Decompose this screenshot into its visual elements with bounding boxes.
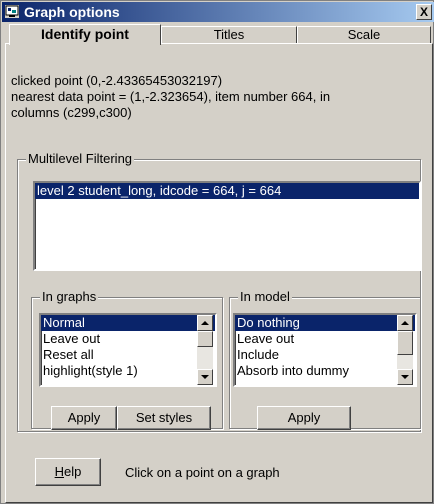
scroll-up-button[interactable]	[197, 315, 213, 331]
scroll-thumb[interactable]	[397, 331, 413, 355]
close-button[interactable]: X	[416, 4, 432, 20]
columns-text: columns (c299,c300)	[11, 105, 132, 120]
tab-strip: Identify point Titles Scale	[9, 24, 434, 45]
set-styles-button[interactable]: Set styles	[117, 406, 211, 430]
in-model-item-do-nothing[interactable]: Do nothing	[235, 315, 415, 331]
in-graphs-item-normal[interactable]: Normal	[41, 315, 215, 331]
in-graphs-scrollbar[interactable]	[197, 315, 213, 385]
in-model-apply-button[interactable]: Apply	[257, 406, 351, 430]
multilevel-list[interactable]: level 2 student_long, idcode = 664, j = …	[33, 181, 421, 271]
status-text: Click on a point on a graph	[125, 465, 280, 480]
point-info: clicked point (0,-2.43365453032197) near…	[11, 73, 421, 121]
in-graphs-item-reset-all[interactable]: Reset all	[41, 347, 215, 363]
tab-titles[interactable]: Titles	[161, 26, 297, 44]
arrow-up-icon	[401, 321, 409, 325]
scroll-down-button[interactable]	[397, 369, 413, 385]
arrow-down-icon	[401, 375, 409, 379]
app-icon	[5, 5, 19, 18]
in-model-item-leave-out[interactable]: Leave out	[235, 331, 415, 347]
arrow-up-icon	[201, 321, 209, 325]
in-graphs-list[interactable]: Normal Leave out Reset all highlight(sty…	[39, 313, 217, 387]
scroll-down-button[interactable]	[197, 369, 213, 385]
in-model-list[interactable]: Do nothing Leave out Include Absorb into…	[233, 313, 417, 387]
in-graphs-apply-button[interactable]: Apply	[51, 406, 117, 430]
tab-identify-point[interactable]: Identify point	[9, 24, 161, 45]
arrow-down-icon	[201, 375, 209, 379]
graph-options-window: Graph options X Identify point Titles Sc…	[0, 0, 434, 504]
multilevel-list-item[interactable]: level 2 student_long, idcode = 664, j = …	[35, 183, 419, 199]
scroll-thumb[interactable]	[197, 331, 213, 347]
title-bar[interactable]: Graph options X	[2, 2, 434, 22]
window-title: Graph options	[24, 4, 120, 20]
in-graphs-title: In graphs	[40, 289, 99, 305]
clicked-point-text: clicked point (0,-2.43365453032197)	[11, 73, 223, 88]
in-model-title: In model	[238, 289, 292, 305]
in-model-item-include[interactable]: Include	[235, 347, 415, 363]
tab-scale[interactable]: Scale	[297, 26, 431, 44]
help-button-rest: elp	[64, 464, 82, 479]
in-model-scrollbar[interactable]	[397, 315, 413, 385]
multilevel-filtering-title: Multilevel Filtering	[26, 151, 135, 167]
scroll-up-button[interactable]	[397, 315, 413, 331]
nearest-point-text: nearest data point = (1,-2.323654), item…	[11, 89, 331, 104]
help-button[interactable]: Help	[35, 458, 101, 486]
in-graphs-item-leave-out[interactable]: Leave out	[41, 331, 215, 347]
help-mnemonic: H	[54, 464, 65, 479]
in-model-item-absorb[interactable]: Absorb into dummy	[235, 363, 415, 379]
in-graphs-item-highlight[interactable]: highlight(style 1)	[41, 363, 215, 379]
